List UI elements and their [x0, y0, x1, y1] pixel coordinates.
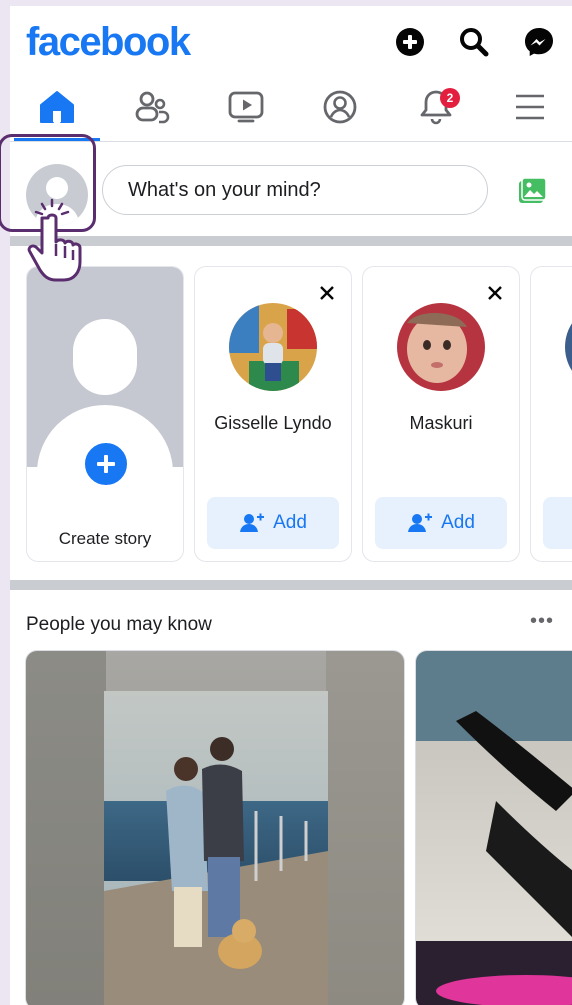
tab-video[interactable]	[216, 86, 276, 132]
search-icon[interactable]	[458, 26, 490, 58]
add-label: Add	[441, 512, 475, 533]
top-bar: facebook	[10, 6, 572, 80]
tab-friends[interactable]	[122, 86, 182, 132]
suggestion-name: Maskuri	[409, 413, 473, 433]
home-icon	[39, 90, 75, 129]
create-icon[interactable]	[394, 26, 426, 58]
suggestion-photo	[229, 303, 317, 391]
notification-badge: 2	[440, 88, 460, 108]
more-options-icon[interactable]: •••	[530, 610, 560, 632]
tab-menu[interactable]	[500, 86, 560, 132]
pymk-card-partial[interactable]	[415, 650, 572, 1005]
facebook-logo[interactable]: facebook	[26, 20, 191, 65]
add-friend-icon	[408, 513, 433, 532]
story-suggestion-card-partial[interactable]	[530, 266, 572, 562]
pymk-photo	[26, 651, 404, 1005]
whats-on-your-mind-input[interactable]: What's on your mind?	[102, 165, 488, 215]
create-story-preview	[27, 267, 183, 467]
tab-bar: 2	[10, 80, 572, 142]
pymk-photo	[416, 651, 572, 1005]
add-friend-button[interactable]: Add	[375, 497, 507, 549]
create-story-label: Create story	[58, 529, 152, 548]
pymk-heading: People you may know	[26, 614, 212, 635]
profile-icon	[322, 89, 358, 130]
stories-row: Create story Gisselle Lyndo Add Maskuri	[10, 248, 572, 578]
suggestion-name: Gisselle Lyndo	[214, 413, 332, 433]
section-divider	[10, 580, 572, 590]
story-suggestion-card[interactable]: Gisselle Lyndo Add	[194, 266, 352, 562]
messenger-icon[interactable]	[523, 26, 555, 58]
tap-hand-cursor-icon	[22, 196, 86, 284]
suggestion-photo	[397, 303, 485, 391]
suggestion-photo	[565, 303, 572, 391]
add-friend-button[interactable]	[543, 497, 572, 549]
menu-icon	[513, 93, 547, 126]
add-friend-button[interactable]: Add	[207, 497, 339, 549]
friends-icon	[133, 90, 171, 129]
silhouette-head	[73, 319, 137, 395]
add-label: Add	[273, 512, 307, 533]
add-story-icon[interactable]	[81, 439, 131, 489]
photo-icon[interactable]	[516, 176, 548, 206]
tab-notifications[interactable]: 2	[406, 86, 466, 132]
video-icon	[227, 90, 265, 129]
tab-home[interactable]	[27, 86, 87, 132]
add-friend-icon	[240, 513, 265, 532]
pymk-card[interactable]	[25, 650, 405, 1005]
close-icon[interactable]	[317, 283, 337, 303]
section-divider	[10, 236, 572, 246]
create-story-card[interactable]: Create story	[26, 266, 184, 562]
story-suggestion-card[interactable]: Maskuri Add	[362, 266, 520, 562]
close-icon[interactable]	[485, 283, 505, 303]
tab-profile[interactable]	[310, 86, 370, 132]
